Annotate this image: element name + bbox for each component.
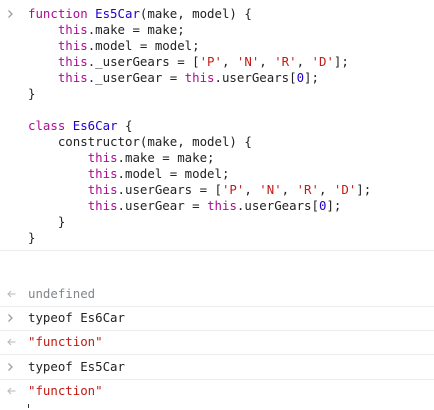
code-line: function Es5Car(make, model) { [0,6,434,22]
entry-divider [0,379,434,380]
console-prompt-caret[interactable] [28,404,29,408]
return-arrow-icon [7,383,17,399]
code-token: 'R' [296,182,319,197]
result-value: "function" [28,383,103,398]
code-token: .make = make; [87,22,185,37]
code-token: .model = model; [87,38,200,53]
code-token: this [184,70,215,85]
code-line: this.model = model; [0,38,434,54]
return-arrow-icon [7,286,17,302]
code-token: ]; [304,70,319,85]
code-token: 'D' [333,182,357,197]
code-token: , [259,54,275,69]
code-line: this.userGears = ['P', 'N', 'R', 'D']; [0,182,434,198]
code-token: , [221,54,237,69]
code-token: , [318,182,334,197]
code-line: constructor(make, model) { [0,134,434,150]
entry-divider [0,354,434,355]
code-token: this [57,38,88,53]
console-result-entry: "function" [0,383,434,399]
code-token: .userGears = [ [117,182,222,197]
code-token: } [28,230,36,245]
code-token: , [296,54,312,69]
code-token: constructor(make, model) { [28,134,252,149]
code-token: ]; [356,182,372,197]
code-token: .make = make; [117,150,215,165]
code-token: , [281,182,297,197]
code-token: } [28,214,66,229]
code-token: ]; [333,54,349,69]
code-token: .model = model; [117,166,230,181]
code-token: this [87,166,118,181]
code-token: typeof Es5Car [28,359,125,374]
code-token: this [207,198,237,213]
code-token: { [117,118,133,133]
code-token: function [28,6,96,21]
code-line: } [0,214,434,230]
result-value: undefined [28,286,96,301]
code-token: .userGears[ [214,70,297,85]
code-line: typeof Es5Car [0,359,434,375]
code-token: 'N' [236,54,260,69]
code-token: 'D' [311,54,334,69]
code-token: .userGear = [117,198,208,213]
console-result-entry: "function" [0,334,434,350]
code-token: 0 [296,70,305,85]
code-line: typeof Es6Car [0,310,434,326]
code-token: , [244,182,260,197]
result-value: "function" [28,334,103,349]
code-token: (make, model) { [139,6,252,21]
console-panel: function Es5Car(make, model) { this.make… [0,0,434,410]
code-token: Es5Car [95,6,140,21]
code-token: typeof Es6Car [28,310,125,325]
code-line: this.userGear = this.userGears[0]; [0,198,434,214]
code-token: .userGears[ [236,198,319,213]
code-line: this.model = model; [0,166,434,182]
code-token: ._userGear = [87,70,185,85]
console-input-entry: typeof Es5Car [0,359,434,375]
code-token: class [28,118,73,133]
console-input-entry: function Es5Car(make, model) { this.make… [0,6,434,246]
code-token: this [57,54,88,69]
code-token: ]; [326,198,342,213]
code-line: this._userGear = this.userGears[0]; [0,70,434,86]
code-token: 'N' [259,182,282,197]
code-token: 'R' [274,54,297,69]
console-input-entry: typeof Es6Car [0,310,434,326]
entry-divider [0,250,434,251]
chevron-right-icon [7,310,17,326]
entry-divider [0,306,434,307]
code-token: this [87,150,118,165]
entry-divider [0,330,434,331]
code-line: } [0,230,434,246]
console-result-entry: undefined [0,286,434,302]
code-token: 'P' [221,182,245,197]
code-token: this [87,198,118,213]
code-token: 'P' [199,54,222,69]
chevron-right-icon [7,359,17,375]
code-line: this.make = make; [0,150,434,166]
code-line: } [0,86,434,102]
code-token: this [57,70,88,85]
code-line: class Es6Car { [0,118,434,134]
code-token: } [28,86,36,101]
code-line: this._userGears = ['P', 'N', 'R', 'D']; [0,54,434,70]
return-arrow-icon [7,334,17,350]
code-token: this [87,182,118,197]
code-line: this.make = make; [0,22,434,38]
code-token: ._userGears = [ [87,54,200,69]
code-token: this [57,22,88,37]
chevron-right-icon [7,6,17,22]
code-token: Es6Car [72,118,118,133]
